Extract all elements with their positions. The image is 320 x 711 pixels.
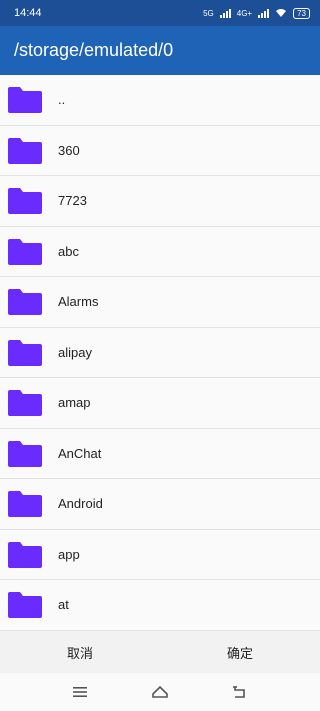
folder-row[interactable]: .. <box>0 75 320 126</box>
folder-row[interactable]: alipay <box>0 328 320 378</box>
status-icons: 5G 4G+ 73 <box>203 7 310 19</box>
folder-icon <box>8 137 42 164</box>
folder-row[interactable]: at <box>0 580 320 631</box>
network-label-5g: 5G <box>203 8 214 18</box>
dialog-actions: 取消 确定 <box>0 631 320 673</box>
current-path-title: /storage/emulated/0 <box>14 40 174 60</box>
app-bar: /storage/emulated/0 <box>0 26 320 75</box>
folder-name: at <box>58 597 69 613</box>
confirm-button[interactable]: 确定 <box>160 631 320 673</box>
folder-icon <box>8 390 42 416</box>
folder-row[interactable]: app <box>0 530 320 580</box>
wifi-icon <box>276 9 287 17</box>
signal-icon-2 <box>258 8 270 18</box>
folder-name: 360 <box>58 142 80 158</box>
folder-name: 7723 <box>58 193 87 209</box>
folder-icon <box>8 188 42 214</box>
folder-icon <box>8 87 42 113</box>
folder-row[interactable]: 360 <box>0 126 320 176</box>
network-label-4g: 4G+ <box>236 8 253 18</box>
folder-icon <box>8 339 42 366</box>
folder-row[interactable]: amap <box>0 378 320 429</box>
folder-row[interactable]: abc <box>0 227 320 277</box>
folder-row[interactable]: AnChat <box>0 429 320 479</box>
home-icon[interactable] <box>151 683 169 701</box>
cancel-button[interactable]: 取消 <box>0 631 160 673</box>
folder-icon <box>8 491 42 517</box>
navigation-bar <box>0 673 320 711</box>
folder-name: Alarms <box>58 294 99 310</box>
signal-icon <box>219 8 231 18</box>
folder-name: AnChat <box>58 445 102 461</box>
folder-icon <box>8 440 42 467</box>
status-bar: 14:44 5G 4G+ 73 <box>0 0 320 26</box>
status-time: 14:44 <box>14 7 42 19</box>
folder-icon <box>8 238 42 265</box>
folder-name: amap <box>58 395 91 411</box>
folder-name: Android <box>58 496 103 512</box>
folder-row[interactable]: 7723 <box>0 176 320 227</box>
folder-list[interactable]: .. 360 7723 abc Alarms alipay amap AnChat Androi… <box>0 75 320 631</box>
back-icon[interactable] <box>231 683 249 701</box>
folder-name: alipay <box>58 344 92 360</box>
folder-icon <box>8 289 42 315</box>
folder-row[interactable]: Alarms <box>0 277 320 328</box>
folder-name: .. <box>58 92 66 108</box>
folder-name: abc <box>58 243 79 259</box>
folder-row[interactable]: Android <box>0 479 320 530</box>
folder-name: app <box>58 546 80 562</box>
folder-icon <box>8 541 42 568</box>
folder-icon <box>8 592 42 618</box>
battery-icon: 73 <box>293 7 310 19</box>
menu-icon[interactable] <box>71 683 89 701</box>
